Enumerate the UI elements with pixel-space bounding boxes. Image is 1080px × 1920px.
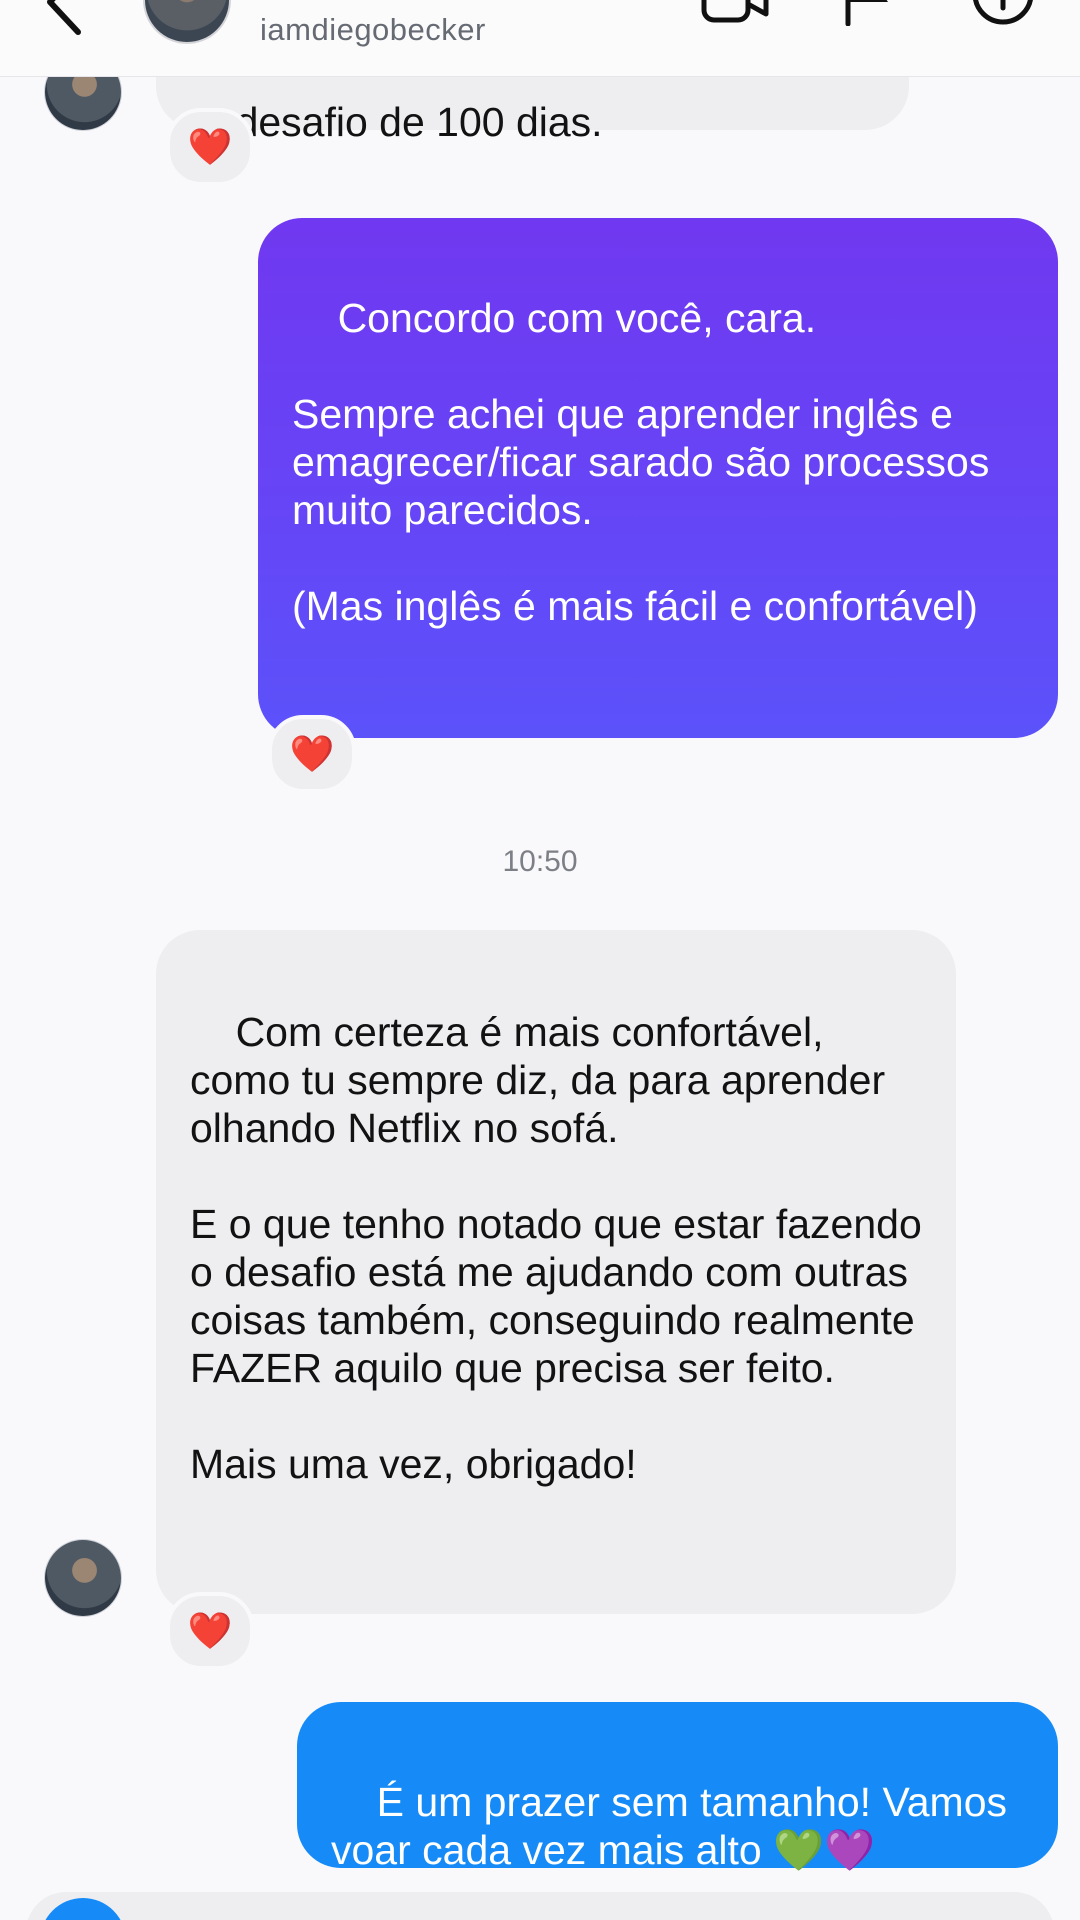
sender-avatar[interactable] [45, 1540, 121, 1616]
message-text: Concordo com você, cara. Sempre achei qu… [292, 295, 990, 629]
message-text: Com certeza é mais confortável, como tu … [190, 1009, 922, 1487]
message-bubble-sent[interactable]: Concordo com você, cara. Sempre achei qu… [258, 218, 1058, 738]
flag-icon [845, 0, 888, 27]
video-call-icon [701, 0, 769, 23]
flag-button[interactable] [840, 0, 900, 31]
reaction-badge[interactable]: ❤️ [268, 715, 356, 793]
reaction-badge[interactable]: ❤️ [166, 1592, 254, 1670]
header-username[interactable]: iamdiegobecker [260, 12, 486, 48]
heart-reaction-icon: ❤️ [289, 733, 335, 774]
info-button[interactable] [970, 0, 1036, 33]
message-composer[interactable] [26, 1892, 1054, 1920]
heart-reaction-icon: ❤️ [187, 1610, 233, 1651]
message-bubble-received[interactable]: Com certeza é mais confortável, como tu … [156, 930, 956, 1614]
back-button[interactable] [28, 0, 98, 40]
chat-header: iamdiegobecker [0, 0, 1080, 77]
message-text: É um prazer sem tamanho! Vamos voar cada… [331, 1779, 1019, 1873]
back-arrow-icon [47, 0, 81, 35]
heart-reaction-icon: ❤️ [187, 126, 233, 167]
dm-thread-screen: iamdiegobecker desafio de 100 dias. ❤️ C… [0, 0, 1080, 1920]
info-icon [973, 0, 1033, 25]
message-bubble-sent[interactable]: É um prazer sem tamanho! Vamos voar cada… [297, 1702, 1058, 1873]
message-text: desafio de 100 dias. [235, 99, 603, 145]
video-call-button[interactable] [700, 0, 772, 31]
header-avatar[interactable] [143, 0, 231, 44]
reaction-badge[interactable]: ❤️ [166, 108, 254, 186]
message-timestamp: 10:50 [502, 845, 578, 878]
